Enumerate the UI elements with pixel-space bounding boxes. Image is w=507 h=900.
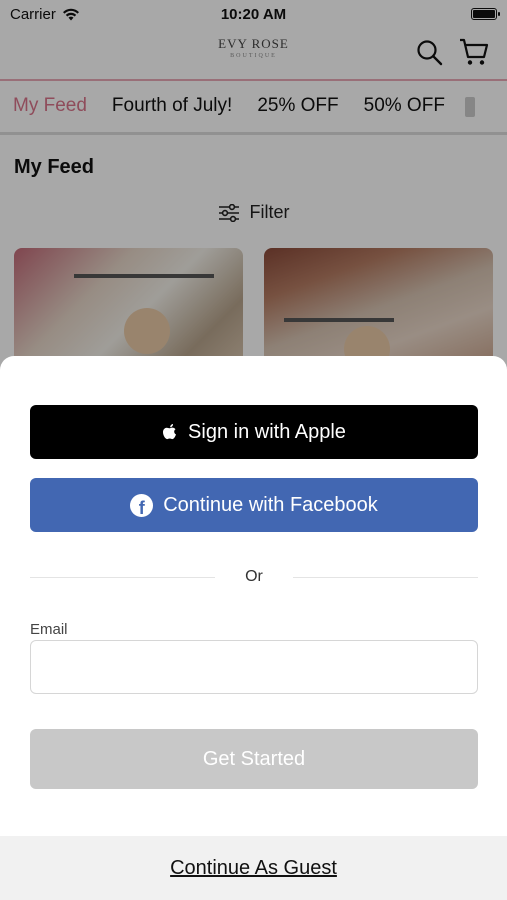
continue-as-guest-link[interactable]: Continue As Guest: [170, 857, 337, 880]
get-started-label: Get Started: [202, 747, 306, 770]
or-label: Or: [245, 568, 263, 585]
facebook-icon: f: [130, 493, 154, 517]
guest-bar: Continue As Guest: [0, 836, 507, 900]
facebook-button-label: Continue with Facebook: [163, 493, 378, 516]
apple-button-label: Sign in with Apple: [188, 420, 346, 443]
get-started-button[interactable]: Get Started: [30, 729, 478, 789]
continue-with-facebook-button[interactable]: f Continue with Facebook: [30, 478, 478, 532]
email-label: Email: [30, 621, 68, 638]
email-field[interactable]: [30, 640, 478, 694]
sign-in-with-apple-button[interactable]: Sign in with Apple: [30, 405, 478, 459]
apple-icon: [163, 423, 177, 439]
or-divider: Or: [30, 568, 478, 586]
sign-in-sheet: Sign in with Apple f Continue with Faceb…: [0, 356, 507, 900]
